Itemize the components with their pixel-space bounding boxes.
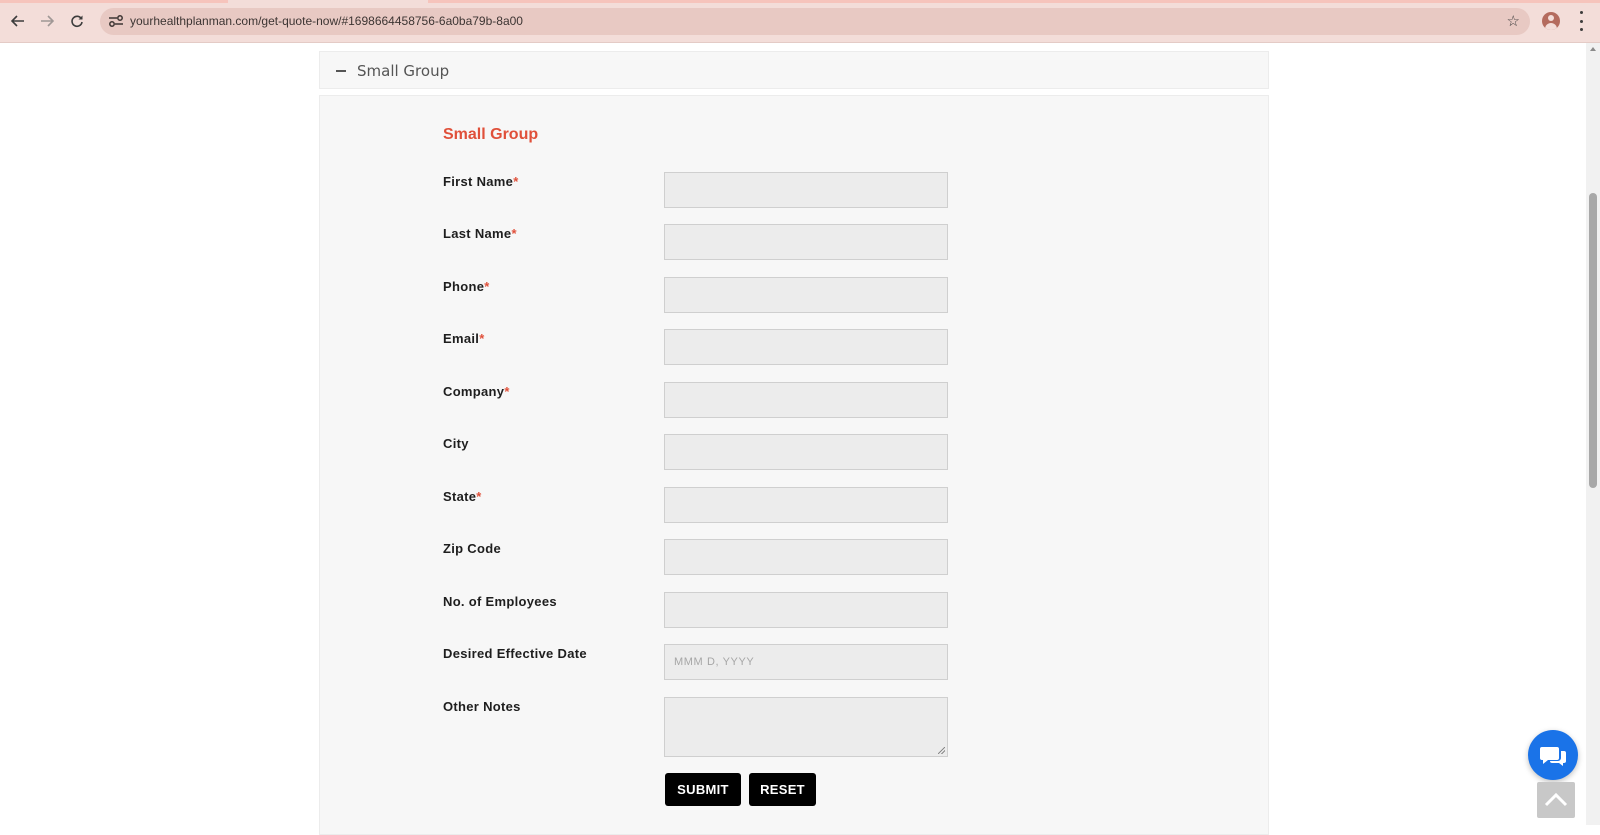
more-vert-icon[interactable]: [1574, 11, 1588, 31]
company-input[interactable]: [664, 382, 948, 418]
site-settings-icon[interactable]: [108, 14, 124, 28]
label-zip-code: Zip Code: [443, 541, 502, 556]
label-last-name: Last Name*: [443, 226, 517, 241]
accordion-title: Small Group: [357, 62, 450, 80]
vertical-scrollbar[interactable]: [1586, 43, 1600, 825]
reload-icon: [71, 15, 83, 28]
scroll-up-arrow-icon[interactable]: [1590, 47, 1596, 51]
first-name-input[interactable]: [664, 172, 948, 208]
tab-strip: [0, 0, 1600, 3]
profile-avatar-icon[interactable]: [1542, 12, 1560, 30]
forward-arrow-icon: [41, 15, 54, 27]
label-desired-effective-date: Desired Effective Date: [443, 646, 587, 661]
chat-bubbles-icon: [1540, 747, 1566, 766]
address-bar[interactable]: yourhealthplanman.com/get-quote-now/#169…: [100, 8, 1530, 35]
label-city: City: [443, 436, 469, 451]
label-other-notes: Other Notes: [443, 699, 521, 714]
chat-widget-button[interactable]: [1528, 730, 1578, 780]
last-name-input[interactable]: [664, 224, 948, 260]
label-no-of-employees: No. of Employees: [443, 594, 557, 609]
label-state: State*: [443, 489, 482, 504]
label-phone: Phone*: [443, 279, 490, 294]
other-notes-textarea[interactable]: [664, 697, 948, 757]
star-icon[interactable]: ☆: [1507, 12, 1520, 30]
back-arrow-icon: [11, 15, 24, 27]
reload-button[interactable]: [66, 10, 88, 32]
submit-button[interactable]: SUBMIT: [665, 773, 741, 806]
reset-button[interactable]: RESET: [749, 773, 816, 806]
label-company: Company*: [443, 384, 510, 399]
url-text[interactable]: yourhealthplanman.com/get-quote-now/#169…: [130, 14, 523, 28]
scroll-to-top-button[interactable]: [1537, 782, 1575, 818]
no-of-employees-input[interactable]: [664, 592, 948, 628]
date-placeholder: MMM D, YYYY: [674, 656, 755, 668]
scrollbar-thumb[interactable]: [1589, 193, 1597, 488]
accordion-toggle-small-group[interactable]: Small Group: [319, 51, 1269, 89]
email-input[interactable]: [664, 329, 948, 365]
phone-input[interactable]: [664, 277, 948, 313]
minus-icon: [336, 70, 346, 72]
form-title: Small Group: [443, 126, 539, 143]
state-input[interactable]: [664, 487, 948, 523]
back-button[interactable]: [7, 10, 29, 32]
forward-button[interactable]: [36, 10, 58, 32]
label-email: Email*: [443, 331, 485, 346]
label-first-name: First Name*: [443, 174, 519, 189]
resize-handle-icon[interactable]: [938, 747, 945, 754]
city-input[interactable]: [664, 434, 948, 470]
zip-code-input[interactable]: [664, 539, 948, 575]
browser-toolbar: yourhealthplanman.com/get-quote-now/#169…: [0, 0, 1600, 43]
desired-effective-date-input[interactable]: MMM D, YYYY: [664, 644, 948, 680]
chevron-up-icon: [1544, 792, 1568, 807]
